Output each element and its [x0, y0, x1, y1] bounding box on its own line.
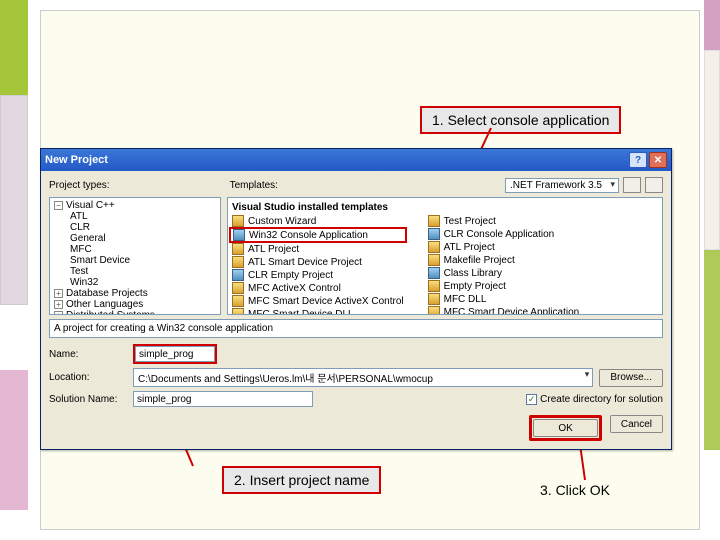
template-icon [232, 215, 244, 227]
template-icon [428, 293, 440, 305]
template-icon [428, 306, 440, 315]
tree-item[interactable]: Win32 [70, 277, 98, 288]
create-dir-label: Create directory for solution [540, 394, 663, 405]
name-input[interactable] [135, 346, 215, 362]
template-icon [232, 256, 244, 268]
template-icon [428, 228, 440, 240]
template-win32-console[interactable]: Win32 Console Application [249, 230, 368, 241]
titlebar[interactable]: New Project ? ✕ [41, 149, 671, 171]
template-icon [233, 229, 245, 241]
tree-item[interactable]: CLR [70, 222, 90, 233]
template-item[interactable]: ATL Project [248, 244, 299, 255]
template-icon [232, 243, 244, 255]
expand-icon[interactable]: + [54, 289, 63, 298]
window-title: New Project [45, 154, 627, 166]
collapse-icon[interactable]: − [54, 201, 63, 210]
template-item[interactable]: MFC Smart Device DLL [248, 309, 354, 316]
create-dir-checkbox[interactable]: ✓ [526, 394, 537, 405]
new-project-dialog: New Project ? ✕ Project types: Templates… [40, 148, 672, 450]
location-input[interactable]: C:\Documents and Settings\Ueros.lm\내 문서\… [133, 368, 593, 387]
template-item[interactable]: CLR Empty Project [248, 270, 333, 281]
callout-insert-name: 2. Insert project name [222, 466, 381, 494]
template-item[interactable]: MFC Smart Device Application [444, 307, 580, 316]
name-label: Name: [49, 349, 127, 360]
framework-combo[interactable]: .NET Framework 3.5 [505, 178, 619, 193]
tree-item[interactable]: General [70, 233, 106, 244]
template-icon [232, 308, 244, 315]
project-types-label: Project types: [49, 180, 110, 191]
template-icon [428, 241, 440, 253]
tree-item[interactable]: Other Languages [66, 299, 143, 310]
templates-header: Visual Studio installed templates [232, 202, 658, 213]
browse-button[interactable]: Browse... [599, 369, 663, 387]
help-button[interactable]: ? [629, 152, 647, 168]
tree-item[interactable]: Smart Device [70, 255, 130, 266]
project-types-tree[interactable]: −Visual C++ ATL CLR General MFC Smart De… [49, 197, 221, 315]
tree-item[interactable]: Test [70, 266, 88, 277]
close-button[interactable]: ✕ [649, 152, 667, 168]
template-icon [232, 269, 244, 281]
template-icon [232, 282, 244, 294]
template-icon [428, 215, 440, 227]
template-description: A project for creating a Win32 console a… [49, 319, 663, 338]
template-icon [232, 295, 244, 307]
template-item[interactable]: Custom Wizard [248, 216, 316, 227]
template-item[interactable]: Makefile Project [444, 255, 515, 266]
template-icon [428, 280, 440, 292]
location-label: Location: [49, 372, 127, 383]
template-item[interactable]: MFC Smart Device ActiveX Control [248, 296, 404, 307]
tree-item[interactable]: ATL [70, 211, 88, 222]
template-item[interactable]: CLR Console Application [444, 229, 555, 240]
templates-list[interactable]: Visual Studio installed templates Custom… [227, 197, 663, 315]
template-item[interactable]: Empty Project [444, 281, 506, 292]
template-icon [428, 254, 440, 266]
tree-item[interactable]: Database Projects [66, 288, 148, 299]
templates-label: Templates: [230, 180, 278, 191]
template-icon [428, 267, 440, 279]
tree-root[interactable]: Visual C++ [66, 200, 115, 211]
template-item[interactable]: MFC DLL [444, 294, 487, 305]
large-icons-button[interactable] [623, 177, 641, 193]
callout-click-ok: 3. Click OK [530, 478, 620, 502]
callout-select-console: 1. Select console application [420, 106, 621, 134]
expand-icon[interactable]: + [54, 311, 63, 315]
tree-item[interactable]: Distributed Systems [66, 310, 155, 315]
small-icons-button[interactable] [645, 177, 663, 193]
tree-item[interactable]: MFC [70, 244, 92, 255]
ok-button[interactable]: OK [533, 419, 597, 437]
template-item[interactable]: ATL Project [444, 242, 495, 253]
template-item[interactable]: MFC ActiveX Control [248, 283, 341, 294]
template-item[interactable]: Class Library [444, 268, 502, 279]
expand-icon[interactable]: + [54, 300, 63, 309]
solution-name-label: Solution Name: [49, 394, 127, 405]
template-item[interactable]: Test Project [444, 216, 496, 227]
cancel-button[interactable]: Cancel [610, 415, 663, 433]
template-item[interactable]: ATL Smart Device Project [248, 257, 362, 268]
solution-name-input[interactable] [133, 391, 313, 407]
